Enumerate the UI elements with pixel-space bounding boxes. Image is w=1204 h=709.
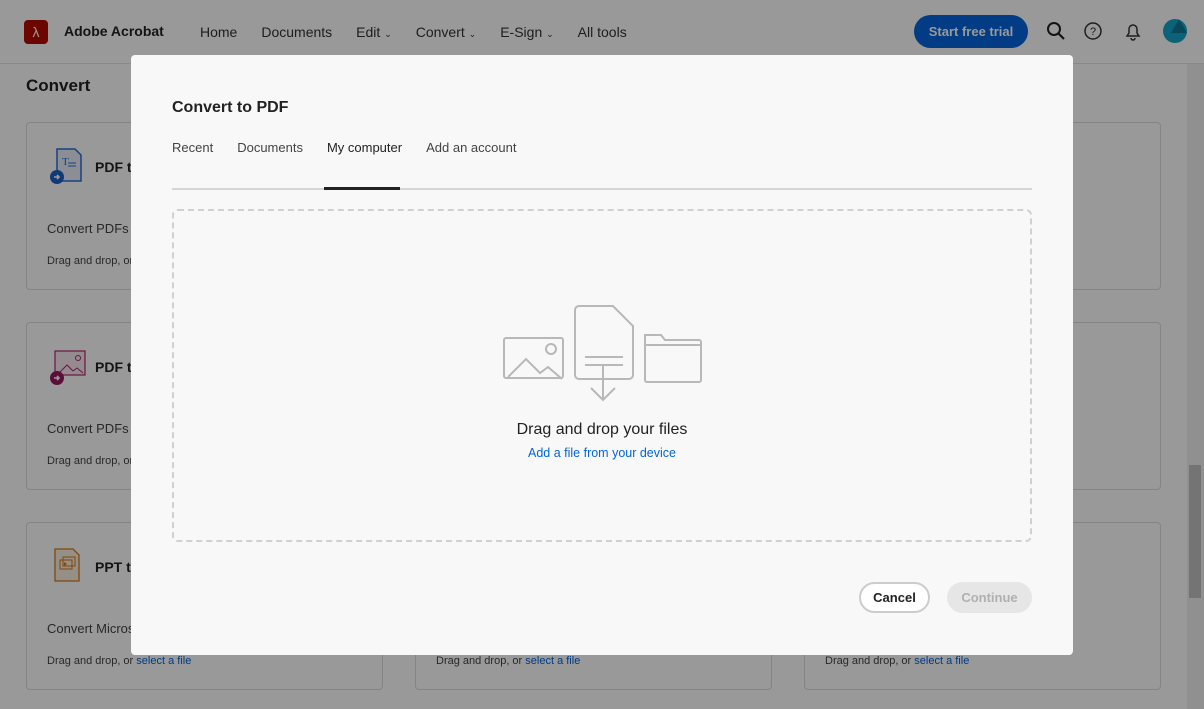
folder-icon <box>644 334 702 383</box>
dialog-title: Convert to PDF <box>172 99 289 116</box>
active-tab-indicator <box>324 187 400 190</box>
add-file-link[interactable]: Add a file from your device <box>174 446 1030 460</box>
upload-files-illustration <box>503 305 702 402</box>
tab-my-computer[interactable]: My computer <box>327 140 402 155</box>
cancel-button[interactable]: Cancel <box>859 582 930 613</box>
continue-button[interactable]: Continue <box>947 582 1032 613</box>
tab-documents[interactable]: Documents <box>237 140 303 155</box>
tab-divider <box>172 188 1032 190</box>
source-tabs: Recent Documents My computer Add an acco… <box>172 140 516 155</box>
file-drop-zone[interactable]: Drag and drop your files Add a file from… <box>172 209 1032 542</box>
drop-zone-text: Drag and drop your files <box>516 421 688 438</box>
tab-add-account[interactable]: Add an account <box>426 140 516 155</box>
convert-dialog: Convert to PDF Recent Documents My compu… <box>131 55 1073 655</box>
tab-recent[interactable]: Recent <box>172 140 213 155</box>
